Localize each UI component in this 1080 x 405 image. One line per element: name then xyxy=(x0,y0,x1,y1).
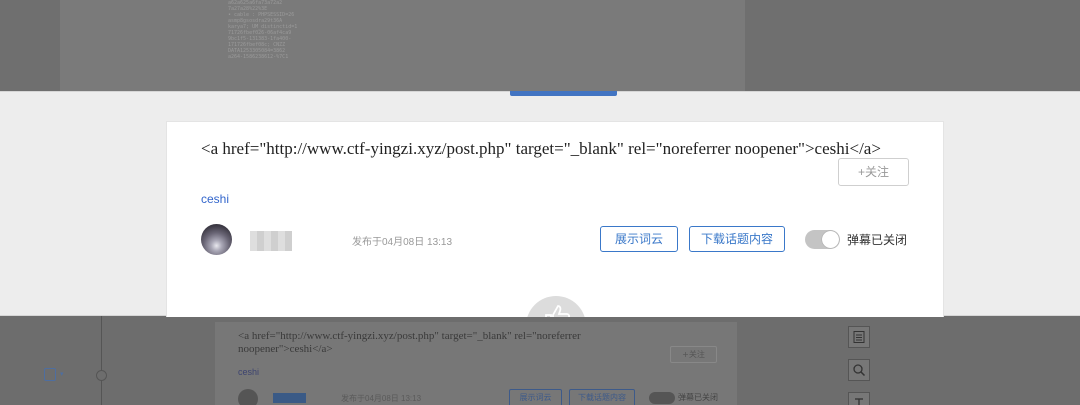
avatar[interactable] xyxy=(201,224,232,255)
background-cookie-text: a62a625a6fa73a72a2 7a27a28%22%3E • cable :… xyxy=(228,0,338,90)
show-wordcloud-button[interactable]: 展示词云 xyxy=(600,226,678,252)
post-body-link[interactable]: ceshi xyxy=(201,192,229,206)
background-download-button: 下载话题内容 xyxy=(569,389,635,405)
background-cookie-line: a264-1586238612-%7C1 xyxy=(228,54,289,60)
download-topic-button[interactable]: 下载话题内容 xyxy=(689,226,785,252)
background-document-icon xyxy=(44,368,56,381)
publish-time: 发布于04月08日 13:13 xyxy=(352,237,453,248)
side-text-icon[interactable] xyxy=(848,392,870,405)
author-name-blurred[interactable] xyxy=(250,231,292,251)
background-chevron-down-icon: ▾ xyxy=(60,370,64,378)
background-timeline-line xyxy=(101,316,102,405)
post-title: <a href="http://www.ctf-yingzi.xyz/post.… xyxy=(201,139,881,158)
thumbs-up-icon xyxy=(542,304,571,317)
active-tab-indicator xyxy=(510,91,617,96)
background-avatar xyxy=(238,389,258,405)
danmu-label: 弹幕已关闭 xyxy=(847,233,908,247)
background-timeline-dot xyxy=(96,370,107,381)
background-post-link: ceshi xyxy=(238,367,260,377)
background-publish-time: 发布于04月08日 13:13 xyxy=(341,394,422,403)
background-danmu-label: 弹幕已关闭 xyxy=(678,393,718,402)
background-post-title: <a href="http://www.ctf-yingzi.xyz/post.… xyxy=(238,330,581,355)
side-magnifier-icon[interactable] xyxy=(848,359,870,381)
background-danmu-toggle xyxy=(649,392,675,404)
side-document-icon[interactable] xyxy=(848,326,870,348)
highlight-strip: <a href="http://www.ctf-yingzi.xyz/post.… xyxy=(0,91,1080,317)
danmu-toggle-knob xyxy=(822,231,839,248)
background-wordcloud-button: 展示词云 xyxy=(509,389,562,405)
background-author-name xyxy=(273,393,306,403)
danmu-toggle[interactable] xyxy=(805,230,840,249)
follow-button[interactable]: +关注 xyxy=(838,158,909,186)
background-follow-button: +关注 xyxy=(670,346,717,363)
like-button[interactable] xyxy=(526,296,586,317)
post-card: <a href="http://www.ctf-yingzi.xyz/post.… xyxy=(166,121,944,317)
